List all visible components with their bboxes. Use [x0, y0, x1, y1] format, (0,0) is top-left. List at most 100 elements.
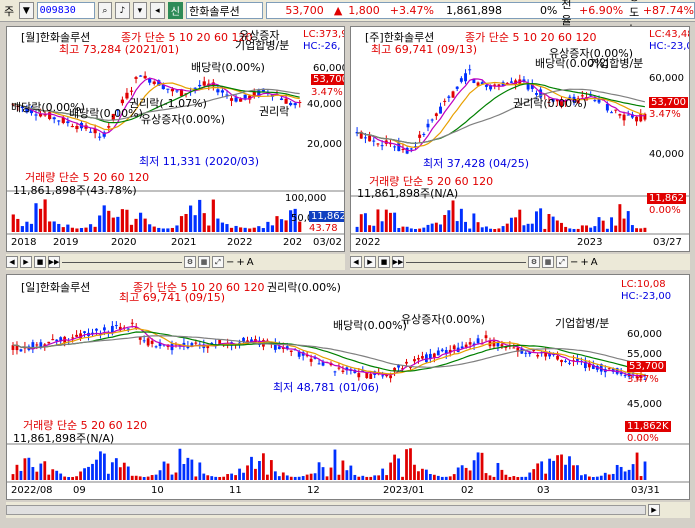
volume-bar: [555, 220, 559, 232]
volume-bar: [345, 470, 349, 480]
volume-bar: [497, 228, 501, 232]
volume-bar: [31, 467, 35, 480]
volume-bar: [361, 475, 365, 480]
settings-icon[interactable]: ⚙: [528, 256, 540, 268]
settings-icon[interactable]: ⚙: [184, 256, 196, 268]
volume-bar: [166, 463, 170, 480]
fast-forward-icon[interactable]: ▶▶: [392, 256, 404, 268]
monthly-x-2: 2019: [53, 237, 79, 248]
volume-bar: [222, 476, 226, 480]
speaker-icon[interactable]: ♪: [115, 2, 130, 19]
zoom-out-icon[interactable]: −: [226, 257, 234, 268]
volume-bar: [273, 471, 277, 480]
scroll-right-icon[interactable]: ▶: [648, 504, 660, 516]
candle-body: [434, 113, 438, 117]
daily-vol-tag: 11,862K: [625, 421, 671, 432]
volume-bar: [428, 474, 432, 480]
weekly-vol-pct: 0.00%: [649, 205, 681, 216]
volume-bar: [357, 476, 361, 480]
volume-bar: [572, 228, 576, 232]
volume-bar: [384, 209, 388, 232]
volume-bar: [341, 460, 345, 480]
zoom-in-icon[interactable]: +: [236, 257, 244, 268]
volume-bar: [25, 221, 29, 232]
grid-icon[interactable]: ▦: [198, 256, 210, 268]
search-icon[interactable]: ⌕: [97, 2, 113, 19]
chevron-down-icon[interactable]: ▾: [132, 2, 148, 19]
volume-bar: [134, 475, 138, 480]
monthly-chart-panel[interactable]: [월]한화솔루션 종가 단순 5 10 20 60 120 LC:373,9 H…: [6, 26, 345, 252]
mode-dropdown-icon[interactable]: ▼: [19, 2, 34, 19]
volume-bar: [162, 461, 166, 480]
volume-bar: [225, 224, 229, 232]
candle-body: [242, 337, 245, 342]
candle-body: [526, 83, 530, 90]
zoom-in-icon[interactable]: +: [580, 257, 588, 268]
stock-code-input[interactable]: [36, 2, 95, 19]
volume-bar: [443, 214, 447, 232]
fit-icon[interactable]: ⤢: [212, 256, 224, 268]
monthly-price-tag: 53,700: [311, 74, 344, 85]
volume-bar: [182, 464, 186, 480]
scroll-right-icon[interactable]: ▶: [20, 256, 32, 268]
zoom-slider[interactable]: [406, 261, 526, 263]
weekly-ann-right: 권리락(0.00%): [513, 97, 587, 110]
zoom-slider[interactable]: [62, 261, 182, 263]
scroll-right-icon[interactable]: ▶: [364, 256, 376, 268]
candle-body: [447, 96, 451, 98]
volume-bar: [157, 227, 161, 232]
stop-icon[interactable]: ■: [378, 256, 390, 268]
volume-bar: [198, 199, 202, 232]
volume-bar: [103, 453, 106, 480]
volume-bar: [126, 466, 130, 480]
daily-ann-cap: 유상증자(0.00%): [401, 313, 486, 326]
volume-bar: [539, 208, 543, 232]
horizontal-scrollbar[interactable]: [6, 505, 646, 515]
scroll-left-icon[interactable]: ◀: [6, 256, 18, 268]
monthly-ytick-3: 20,000: [307, 139, 342, 150]
volume-bar: [447, 210, 451, 232]
volume-bar: [460, 465, 464, 480]
daily-x-5: 12: [307, 485, 320, 496]
candle-body: [576, 358, 579, 361]
candle-body: [95, 328, 98, 331]
font-icon[interactable]: A: [247, 257, 254, 268]
candle-body: [484, 335, 488, 339]
fit-icon[interactable]: ⤢: [556, 256, 568, 268]
candle-body: [614, 109, 618, 111]
mode-label[interactable]: 주: [2, 3, 16, 19]
stop-icon[interactable]: ■: [34, 256, 46, 268]
volume-bar: [381, 468, 385, 480]
volume-bar: [610, 217, 614, 232]
weekly-chart-panel[interactable]: [주]한화솔루션 종가 단순 5 10 20 60 120 LC:43,48 H…: [350, 26, 690, 252]
daily-chart-panel[interactable]: [일]한화솔루션 종가 단순 5 10 20 60 120 권리락(0.00%)…: [6, 274, 690, 500]
daily-high-label: 최고 69,741 (09/15): [119, 291, 226, 304]
daily-x-8: 03: [537, 485, 550, 496]
weekly-lc: LC:43,48: [649, 29, 690, 40]
candle-body: [468, 342, 472, 345]
volume-bar: [265, 474, 269, 480]
volume-bar: [281, 472, 285, 480]
volume-bar: [262, 453, 265, 480]
ma5-line: [357, 78, 645, 152]
volume-bar: [207, 225, 211, 232]
volume-bar: [59, 473, 63, 480]
volume-bar: [401, 226, 405, 232]
volume-bar: [270, 225, 275, 232]
candle-body: [289, 350, 293, 352]
candle-body: [229, 98, 234, 101]
candle-body: [75, 334, 78, 337]
font-icon[interactable]: A: [591, 257, 598, 268]
candle-body: [607, 368, 611, 370]
scroll-left-icon[interactable]: ◀: [350, 256, 362, 268]
volume-bar: [189, 205, 193, 232]
zoom-out-icon[interactable]: −: [570, 257, 578, 268]
monthly-lc: LC:373,9: [303, 29, 345, 40]
grid-icon[interactable]: ▦: [542, 256, 554, 268]
volume-bar: [376, 209, 380, 232]
prev-icon[interactable]: ◂: [150, 2, 165, 19]
volume-bar: [234, 225, 238, 232]
candle-body: [70, 126, 74, 128]
candle-body: [365, 372, 369, 379]
fast-forward-icon[interactable]: ▶▶: [48, 256, 60, 268]
